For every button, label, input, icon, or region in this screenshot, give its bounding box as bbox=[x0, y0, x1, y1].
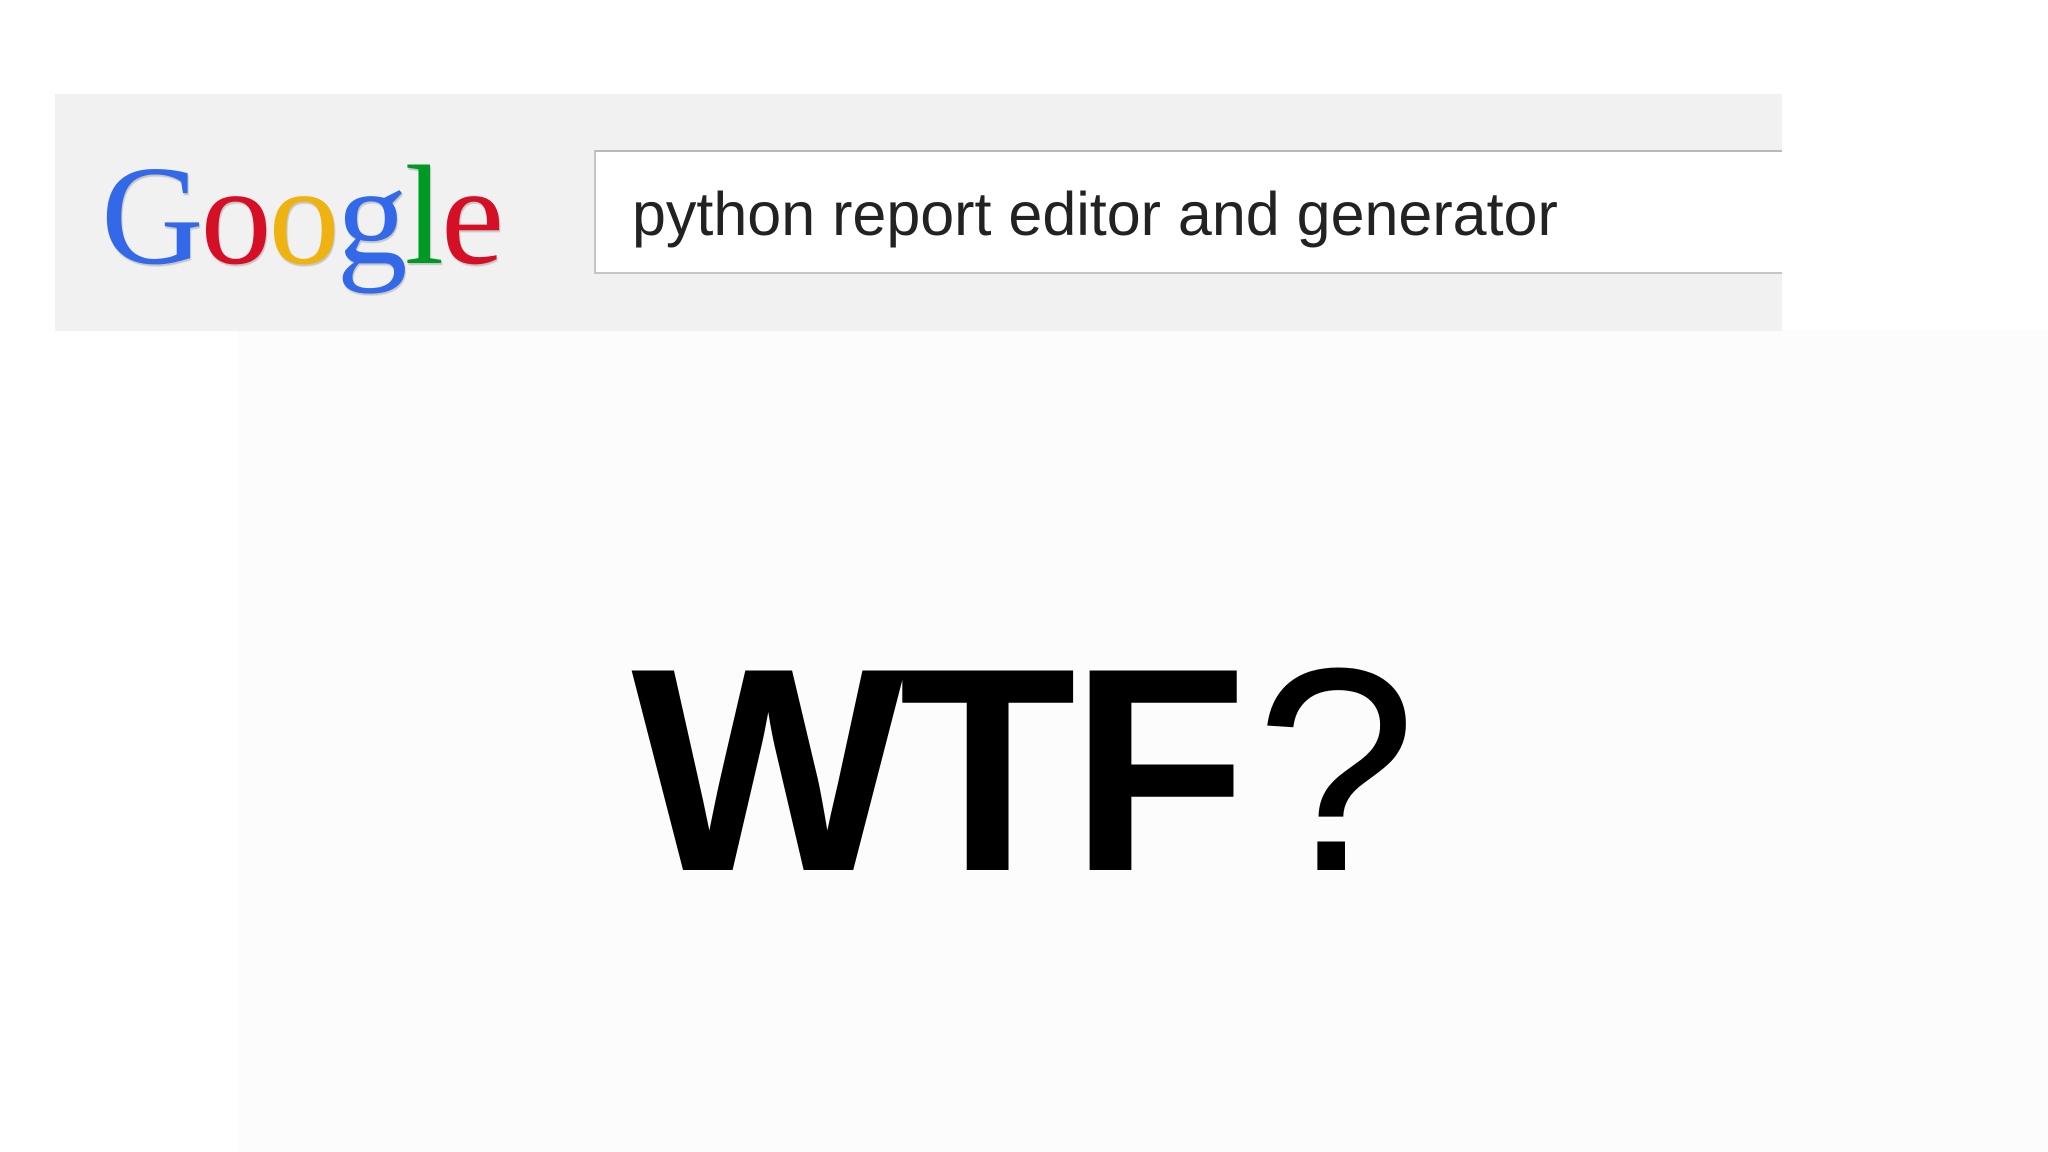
logo-letter-g: G bbox=[101, 136, 204, 294]
slide: Google python report editor and generato… bbox=[0, 0, 2048, 1152]
logo-letter-g2: g bbox=[336, 136, 408, 294]
google-search-header: Google python report editor and generato… bbox=[55, 94, 1782, 331]
logo-letter-o2: o bbox=[268, 136, 340, 294]
logo-letter-e: e bbox=[441, 136, 504, 294]
headline: WTF? bbox=[0, 620, 2048, 920]
search-query-text: python report editor and generator bbox=[632, 180, 1558, 248]
google-logo[interactable]: Google bbox=[101, 130, 504, 300]
headline-bold-text: WTF bbox=[631, 608, 1247, 932]
logo-letter-o1: o bbox=[200, 136, 272, 294]
logo-letter-l: l bbox=[404, 136, 444, 294]
headline-question-mark: ? bbox=[1255, 608, 1417, 932]
search-input[interactable]: python report editor and generator bbox=[594, 150, 1782, 274]
